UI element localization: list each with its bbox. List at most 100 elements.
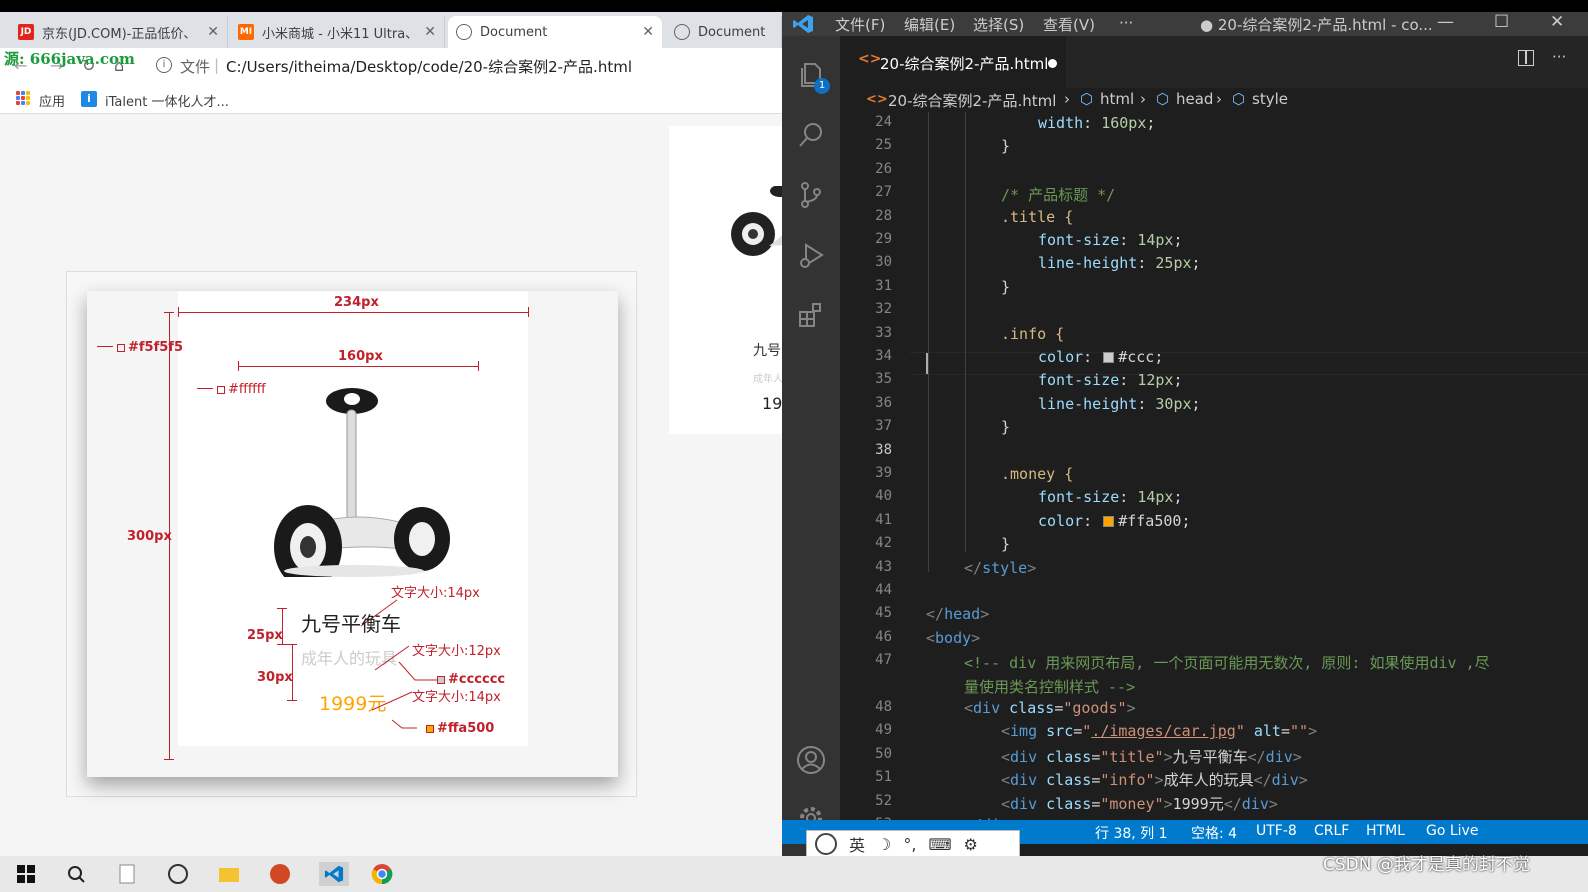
code-punct: }	[1001, 418, 1011, 437]
close-icon[interactable]: ✕	[207, 24, 219, 40]
folder-icon[interactable]	[217, 862, 241, 886]
chevron-right-icon: ›	[1064, 90, 1070, 108]
code-token: goods	[1072, 699, 1118, 717]
close-icon[interactable]: ✕	[1550, 12, 1564, 32]
vscode-taskbar-icon[interactable]	[319, 862, 349, 886]
code-line: }	[1001, 535, 1010, 553]
menu-file[interactable]: 文件(F)	[835, 14, 885, 35]
line-number: 42	[875, 535, 892, 552]
ime-keyboard-icon[interactable]: ⌨	[928, 835, 951, 854]
code-token: div	[1010, 747, 1038, 766]
width-234-line	[178, 312, 528, 313]
windows-start-icon[interactable]	[14, 862, 38, 886]
line-number: 31	[875, 277, 892, 294]
outer-bg-label: #f5f5f5	[117, 340, 183, 355]
status-go-live[interactable]: Go Live	[1426, 823, 1478, 839]
browser-tab-document[interactable]: Document	[666, 16, 782, 48]
line-number: 51	[875, 769, 892, 786]
code-token: class	[1046, 794, 1092, 813]
globe-icon	[674, 24, 690, 40]
pointer-line	[371, 691, 417, 729]
browser-tab-mi[interactable]: MI 小米商城 - 小米11 Ultra、 ✕	[230, 16, 445, 48]
code-punct: :	[1119, 231, 1138, 249]
code-line: <div class="info">成年人的玩具</div>	[1001, 769, 1308, 790]
code-token: 30px	[1155, 394, 1192, 413]
line-number: 26	[875, 160, 892, 177]
maximize-icon[interactable]: ☐	[1494, 12, 1509, 32]
ime-settings-icon[interactable]: ⚙	[964, 835, 978, 854]
code-token: head	[944, 605, 981, 624]
balance-scooter-image	[274, 388, 450, 577]
chrome-icon[interactable]	[370, 862, 394, 886]
minimize-icon[interactable]: —	[1437, 12, 1454, 32]
menu-edit[interactable]: 编辑(E)	[904, 14, 955, 35]
browser-tab-document-active[interactable]: Document ✕	[448, 16, 662, 48]
apps-icon[interactable]	[16, 91, 30, 105]
code-line: </head>	[926, 605, 989, 623]
code-token: line-height	[1038, 254, 1138, 273]
bookmark-apps[interactable]: 应用	[39, 91, 65, 110]
ime-logo-icon[interactable]	[815, 833, 837, 855]
color-swatch-icon[interactable]	[1103, 352, 1115, 363]
ime-language[interactable]: 英	[849, 832, 865, 856]
clock-app-icon[interactable]	[166, 862, 190, 886]
url-scheme: 文件	[180, 58, 211, 76]
status-eol[interactable]: CRLF	[1314, 823, 1349, 839]
breadcrumb-html[interactable]: html	[1100, 90, 1134, 108]
split-editor-icon[interactable]	[1518, 50, 1534, 66]
menu-view[interactable]: 查看(V)	[1043, 14, 1095, 35]
browser-tab-jd[interactable]: JD 京东(JD.COM)-正品低价、 ✕	[10, 16, 228, 48]
url-input[interactable]: C:/Users/itheima/Desktop/code/20-综合案例2-产…	[226, 56, 632, 77]
code-punct: >	[1308, 722, 1318, 741]
breadcrumb-style[interactable]: style	[1252, 90, 1288, 108]
code-token: body	[935, 628, 972, 647]
line-number: 28	[875, 207, 892, 224]
close-icon[interactable]: ✕	[424, 24, 436, 40]
close-icon[interactable]: ✕	[642, 24, 654, 40]
account-icon[interactable]	[792, 741, 830, 779]
info-icon[interactable]: i	[156, 57, 172, 73]
code-punct: =	[1054, 699, 1064, 717]
line-number: 27	[875, 184, 892, 201]
inner-bg-label: #ffffff	[217, 382, 266, 397]
menu-selection[interactable]: 选择(S)	[973, 14, 1024, 35]
ime-punctuation-icon[interactable]: °,	[903, 835, 916, 854]
code-token: style	[982, 558, 1028, 577]
status-language[interactable]: HTML	[1366, 823, 1405, 839]
source-control-icon[interactable]	[792, 176, 830, 214]
bookmark-italent[interactable]: iTalent 一体化人才...	[105, 91, 229, 110]
code-editor[interactable]: width: 160px;} /* 产品标题 */ .title {font-siz…	[910, 112, 1588, 834]
search-icon[interactable]	[64, 862, 88, 886]
code-link[interactable]: ./images/car.jpg	[1091, 722, 1236, 740]
powerpoint-icon[interactable]	[268, 862, 292, 886]
breadcrumb-file[interactable]: 20-综合案例2-产品.html	[888, 90, 1056, 111]
run-debug-icon[interactable]	[792, 236, 830, 274]
status-encoding[interactable]: UTF-8	[1256, 823, 1297, 839]
indent-guide	[928, 112, 929, 572]
pointer-line	[197, 388, 213, 389]
notepad-icon[interactable]	[115, 862, 139, 886]
code-token: info	[1109, 771, 1146, 790]
code-token: .info {	[1001, 324, 1065, 343]
more-actions-icon[interactable]: ···	[1552, 48, 1566, 66]
code-punct: <	[1001, 722, 1011, 741]
element-icon: ⬡	[1156, 90, 1170, 108]
inner-bg-value: #ffffff	[228, 382, 266, 397]
search-icon[interactable]	[792, 116, 830, 154]
unsaved-dot-icon[interactable]	[1048, 59, 1057, 68]
color-swatch-icon[interactable]	[1103, 515, 1115, 527]
code-token: alt	[1253, 722, 1281, 741]
width-160-label: 160px	[338, 349, 383, 364]
editor-tab-active[interactable]: <> 20-综合案例2-产品.html	[840, 36, 1066, 88]
explorer-icon[interactable]: 1	[792, 56, 830, 94]
breadcrumb-head[interactable]: head	[1176, 90, 1213, 108]
width-160-line	[238, 366, 478, 367]
browser-tab-strip: JD 京东(JD.COM)-正品低价、 ✕ MI 小米商城 - 小米11 Ult…	[0, 12, 782, 48]
code-punct: =	[1091, 747, 1101, 766]
menu-more[interactable]: ···	[1119, 14, 1133, 32]
status-indent[interactable]: 空格: 4	[1191, 823, 1237, 843]
extensions-icon[interactable]	[792, 296, 830, 334]
tick	[164, 759, 174, 760]
ime-halfwidth-icon[interactable]: ☽	[877, 835, 891, 854]
status-position[interactable]: 行 38, 列 1	[1095, 823, 1168, 843]
